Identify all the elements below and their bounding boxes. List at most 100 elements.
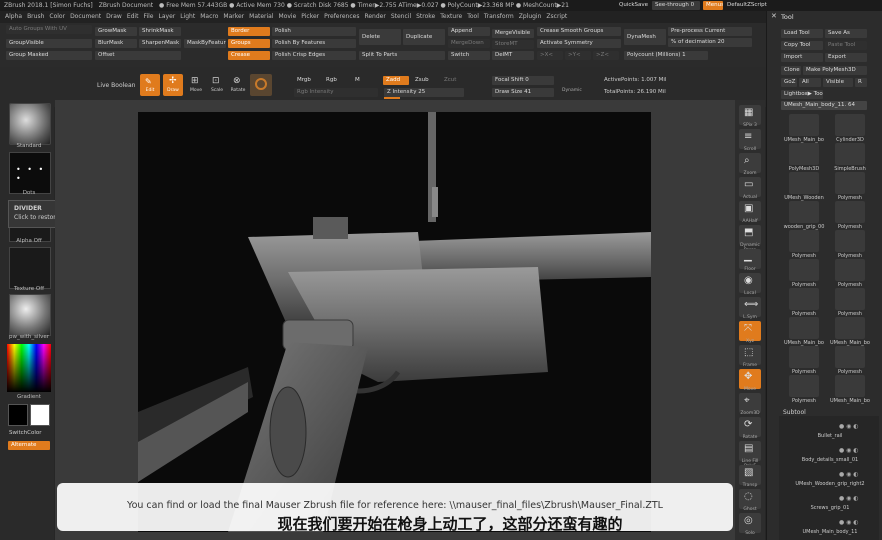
draw-button[interactable]: Draw ✢	[163, 74, 183, 96]
menus-button[interactable]: Menus	[703, 1, 723, 10]
symmetry-y-button[interactable]: >Y<	[565, 51, 591, 60]
menu-item-file[interactable]: File	[143, 13, 153, 20]
stroke-thumbnail[interactable]: • • • •	[9, 152, 51, 194]
zcut-button[interactable]: Zcut	[441, 76, 461, 85]
group-masked-button[interactable]: Group Masked	[6, 51, 92, 60]
store-mt-button[interactable]: StoreMT	[492, 40, 534, 49]
brush-thumbnail[interactable]	[9, 103, 51, 145]
merge-down-button[interactable]: MergeDown	[448, 39, 490, 48]
decimation-slider[interactable]: % of decimation 20	[668, 38, 752, 47]
quicksave-button[interactable]: QuickSave	[616, 1, 648, 10]
viewport-canvas[interactable]	[138, 112, 651, 532]
menu-item-draw[interactable]: Draw	[106, 13, 122, 20]
polycount-slider[interactable]: Polycount (Millions) 1	[624, 51, 708, 60]
export-button[interactable]: Export	[825, 53, 867, 62]
shelf-actual-button[interactable]: ▭	[739, 177, 761, 197]
menu-item-picker[interactable]: Picker	[301, 13, 319, 20]
grow-mask-button[interactable]: GrowMask	[95, 27, 137, 36]
main-color-swatch[interactable]	[8, 404, 28, 426]
crease-smooth-groups-button[interactable]: Crease Smooth Groups	[537, 27, 621, 36]
shelf-floor-button[interactable]: ▁	[739, 249, 761, 269]
delete-button[interactable]: Delete	[359, 29, 401, 45]
symmetry-z-button[interactable]: >Z<	[593, 51, 619, 60]
switch-button[interactable]: Switch	[448, 51, 490, 60]
shelf-l-sym-button[interactable]: ⟺	[739, 297, 761, 317]
shelf-xyz-button[interactable]: ⤧	[739, 321, 761, 341]
default-zscript-button[interactable]: DefaultZScript	[724, 1, 768, 10]
subtool-row[interactable]: Bullet_rail ● ◉ ◐	[779, 420, 879, 442]
merge-visible-button[interactable]: MergeVisible	[492, 29, 534, 38]
save-as-button[interactable]: Save As	[825, 29, 867, 38]
visible-button[interactable]: Visible	[823, 78, 853, 87]
see-through-slider[interactable]: See-through 0	[652, 1, 700, 10]
menu-item-zscript[interactable]: Zscript	[546, 13, 567, 20]
tool-thumbnail[interactable]: UMesh_Main_bo	[827, 374, 873, 408]
load-tool-button[interactable]: Load Tool	[781, 29, 823, 38]
menu-item-layer[interactable]: Layer	[159, 13, 176, 20]
shelf-ghost-button[interactable]: ◌	[739, 489, 761, 509]
symmetry-x-button[interactable]: >X<	[537, 51, 563, 60]
auto-groups-uv-button[interactable]: Auto Groups With UV	[6, 25, 92, 34]
blur-mask-button[interactable]: BlurMask	[95, 39, 137, 48]
sculptris-button[interactable]	[250, 74, 272, 96]
shelf-local-button[interactable]: ◉	[739, 273, 761, 293]
menu-item-document[interactable]: Document	[70, 13, 101, 20]
menu-item-render[interactable]: Render	[364, 13, 385, 20]
menu-item-alpha[interactable]: Alpha	[5, 13, 22, 20]
menu-item-movie[interactable]: Movie	[279, 13, 297, 20]
subtool-visibility-icon[interactable]: ● ◉ ◐	[839, 423, 859, 430]
menu-item-brush[interactable]: Brush	[27, 13, 44, 20]
rgb-button[interactable]: Rgb	[323, 76, 343, 85]
polish-crisp-edges-slider[interactable]: Polish Crisp Edges	[272, 51, 356, 60]
shelf-spix-3-button[interactable]: ▦	[739, 105, 761, 125]
subtool-visibility-icon[interactable]: ● ◉ ◐	[839, 471, 859, 478]
activate-symmetry-button[interactable]: Activate Symmetry	[537, 39, 621, 48]
preprocess-current-button[interactable]: Pre-process Current	[668, 27, 752, 36]
rgb-intensity-slider[interactable]: Rgb Intensity	[294, 88, 378, 97]
rotate-button[interactable]: Rotate ⊗	[228, 74, 248, 96]
subtool-row[interactable]: UMesh_Wooden_grip_right2 ● ◉ ◐	[779, 468, 879, 490]
move-button[interactable]: Move ⊞	[186, 74, 206, 96]
menu-item-marker[interactable]: Marker	[223, 13, 244, 20]
menu-item-tool[interactable]: Tool	[467, 13, 479, 20]
menu-item-material[interactable]: Material	[249, 13, 273, 20]
shelf-dynamic-persp-button[interactable]: ⬒	[739, 225, 761, 245]
paste-tool-button[interactable]: Paste Tool	[825, 41, 867, 50]
focal-shift-slider[interactable]: Focal Shift 0	[492, 76, 554, 85]
polish-slider[interactable]: Polish	[272, 27, 356, 36]
shelf-line-fill-polyf-button[interactable]: ▤	[739, 441, 761, 461]
subtool-visibility-icon[interactable]: ● ◉ ◐	[839, 495, 859, 502]
shelf-transp-button[interactable]: ▧	[739, 465, 761, 485]
tool-thumbnail[interactable]: Polymesh	[781, 374, 827, 408]
subtool-row[interactable]: Body_details_small_01 ● ◉ ◐	[779, 444, 879, 466]
lightbox-tools-button[interactable]: Lightbox▶ Tools	[781, 90, 823, 99]
groups-button[interactable]: Groups	[228, 39, 270, 48]
copy-tool-button[interactable]: Copy Tool	[781, 41, 823, 50]
make-polymesh-button[interactable]: Make PolyMesh3D	[803, 66, 867, 75]
split-to-parts-button[interactable]: Split To Parts	[359, 51, 445, 60]
zadd-button[interactable]: Zadd	[383, 76, 409, 85]
edit-button[interactable]: Edit ✎	[140, 74, 160, 96]
import-button[interactable]: Import	[781, 53, 823, 62]
menu-item-macro[interactable]: Macro	[200, 13, 218, 20]
mask-by-feature-button[interactable]: MaskByFeature	[184, 39, 226, 48]
menu-item-zplugin[interactable]: Zplugin	[519, 13, 542, 20]
crease-button[interactable]: Crease	[228, 51, 270, 60]
menu-item-light[interactable]: Light	[180, 13, 195, 20]
shelf-rotate-button[interactable]: ⟳	[739, 417, 761, 437]
texture-thumbnail[interactable]	[9, 247, 51, 289]
duplicate-button[interactable]: Duplicate	[403, 29, 445, 45]
shrink-mask-button[interactable]: ShrinkMask	[139, 27, 181, 36]
secondary-color-swatch[interactable]	[30, 404, 50, 426]
goz-button[interactable]: GoZ	[781, 78, 797, 87]
del-mt-button[interactable]: DelMT	[492, 51, 534, 60]
z-intensity-slider[interactable]: Z Intensity 25	[384, 88, 464, 97]
m-button[interactable]: M	[352, 76, 366, 85]
subtool-row[interactable]: UMesh_Main_body_11 ● ◉ ◐	[779, 516, 879, 538]
shelf-frame-button[interactable]: ⬚	[739, 345, 761, 365]
scale-button[interactable]: Scale ⊡	[207, 74, 227, 96]
alternate-button[interactable]: Alternate	[8, 441, 50, 450]
offset-slider[interactable]: Offset	[95, 51, 181, 60]
menu-item-preferences[interactable]: Preferences	[324, 13, 359, 20]
shelf-zoom-button[interactable]: ⌕	[739, 153, 761, 173]
